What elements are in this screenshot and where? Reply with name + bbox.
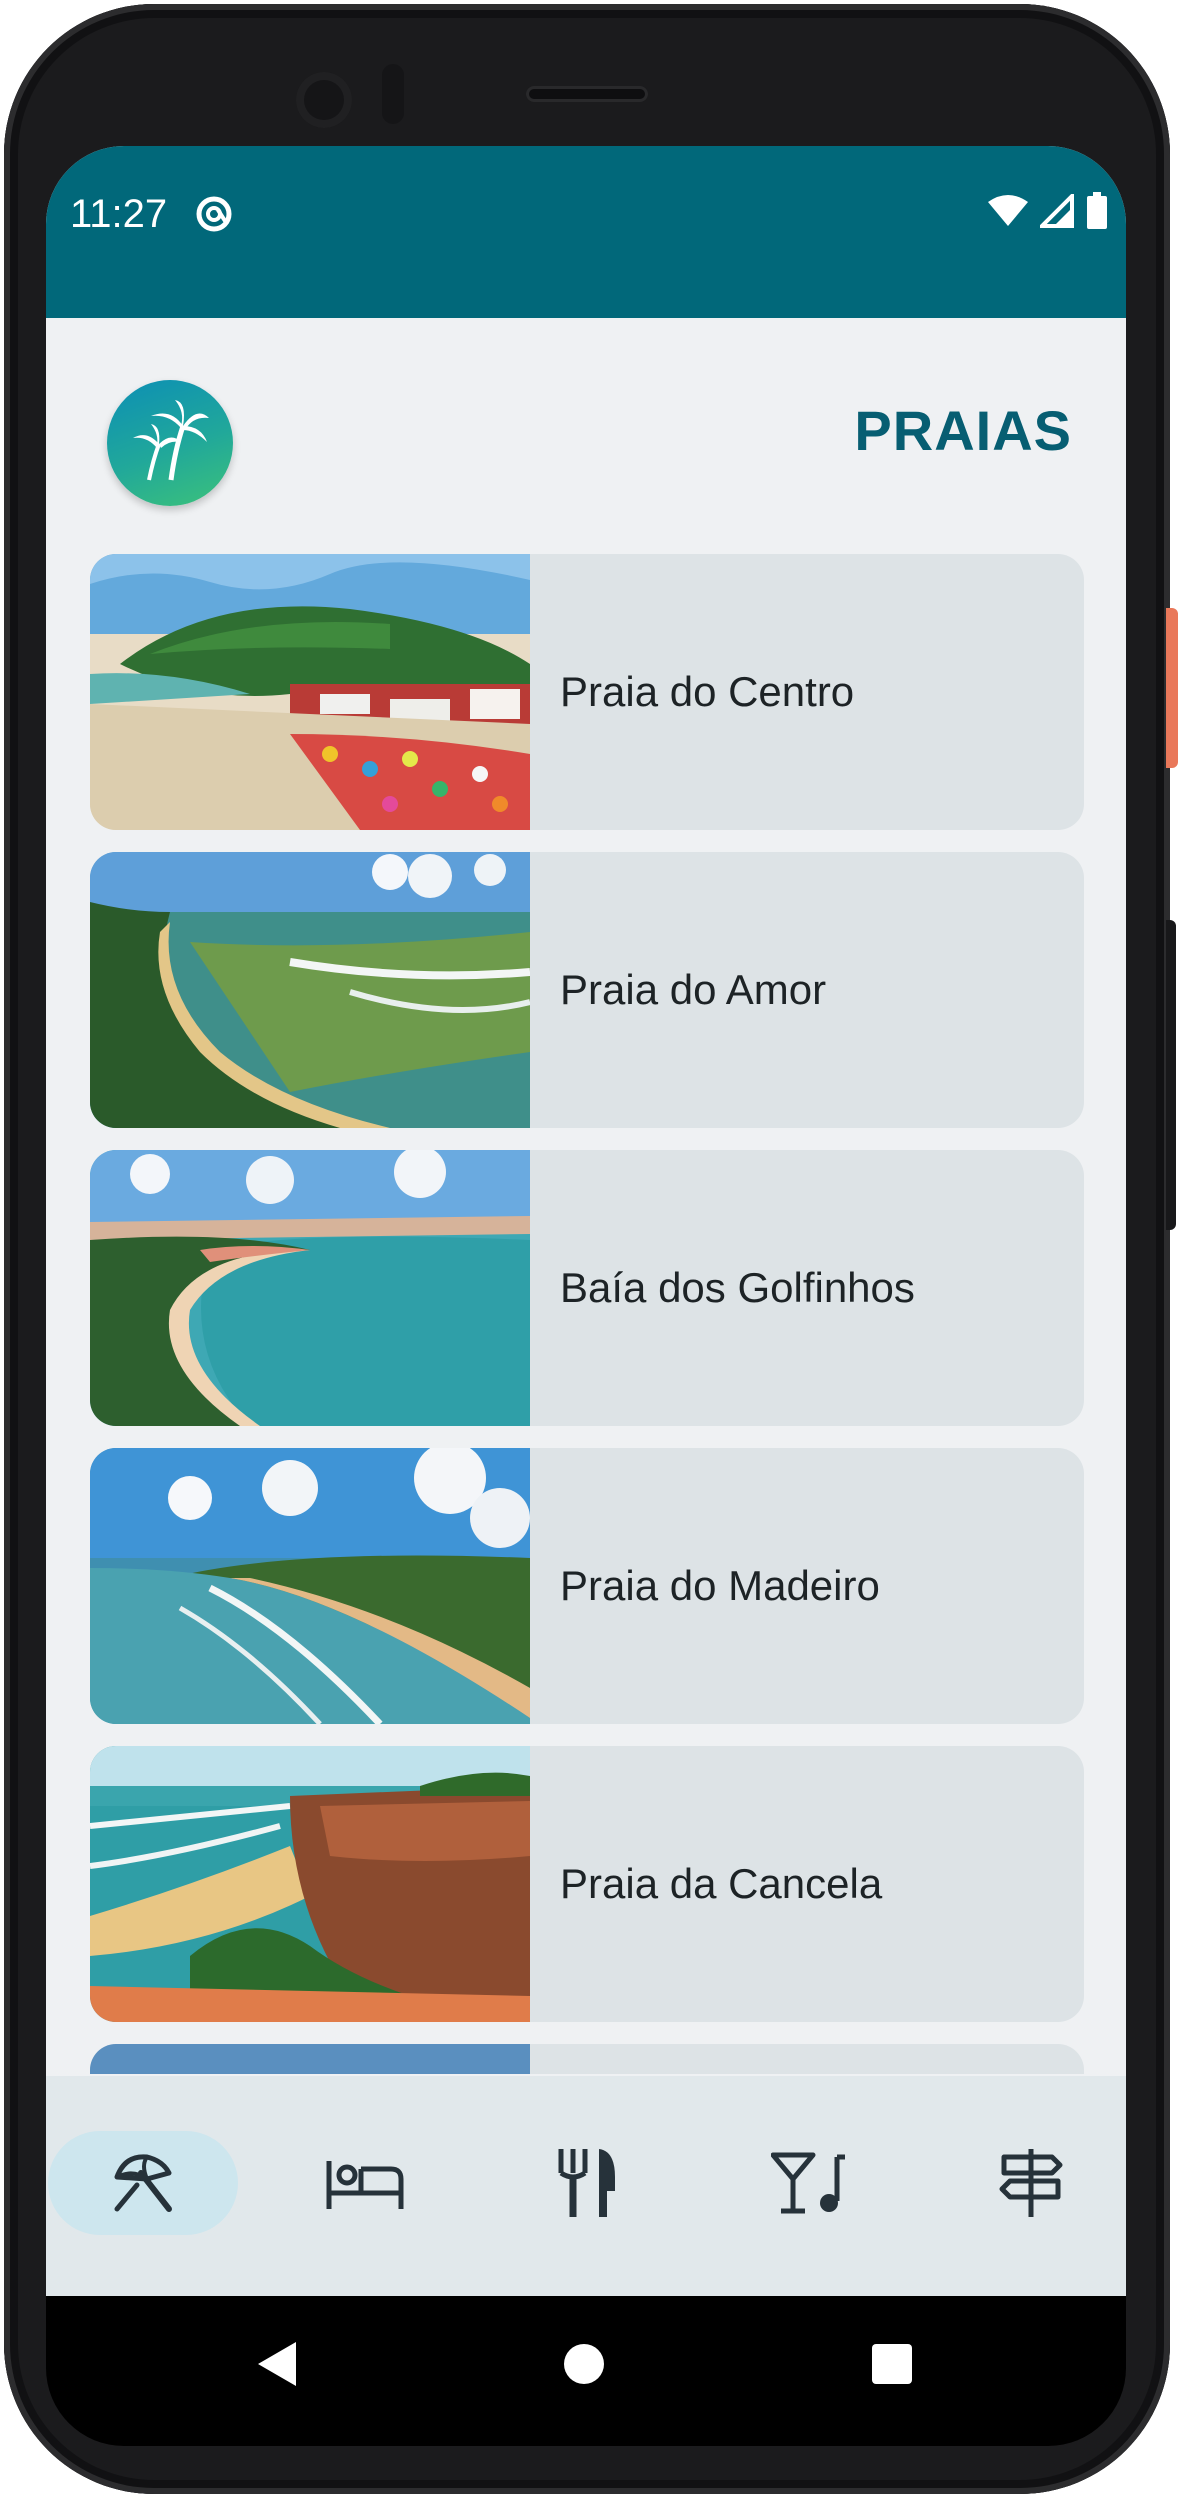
status-time: 11:27	[70, 192, 168, 236]
beach-photo	[90, 1746, 530, 2022]
volume-button	[1166, 920, 1176, 1230]
power-button	[1166, 608, 1178, 768]
beach-card-partial[interactable]	[90, 2044, 1084, 2074]
beach-photo	[90, 1448, 530, 1724]
earpiece-speaker	[526, 86, 648, 102]
fork-knife-icon	[558, 2149, 615, 2217]
palm-trees-icon	[133, 400, 209, 481]
signal-icon	[1037, 191, 1074, 233]
beach-name: Praia da Cancela	[560, 1860, 883, 1907]
nav-beaches[interactable]	[48, 2131, 238, 2235]
beach-name: Baía dos Golfinhos	[560, 1264, 915, 1311]
signpost-icon	[999, 2149, 1063, 2217]
back-icon[interactable]	[256, 2340, 298, 2393]
app-logo	[107, 380, 233, 506]
beach-card-baia-dos-golfinhos[interactable]: Baía dos Golfinhos	[90, 1150, 1084, 1426]
beach-name: Praia do Centro	[560, 668, 855, 715]
proximity-sensor	[382, 64, 404, 124]
beach-name: Praia do Madeiro	[560, 1562, 880, 1609]
recents-icon[interactable]	[872, 2344, 912, 2384]
nav-directions[interactable]	[936, 2131, 1126, 2235]
bottom-navigation	[46, 2076, 1126, 2296]
beach-photo	[90, 2044, 530, 2074]
beach-card-praia-da-cancela[interactable]: Praia da Cancela	[90, 1746, 1084, 2022]
page-title: PRAIAS	[854, 399, 1072, 462]
beach-card-praia-do-madeiro[interactable]: Praia do Madeiro	[90, 1448, 1084, 1724]
system-navigation-bar	[46, 2296, 1126, 2446]
home-icon[interactable]	[564, 2344, 604, 2384]
beach-photo	[90, 554, 530, 830]
phone-device: 11:27 PRAIAS Praia do Centro Praia do Am…	[0, 0, 1178, 2498]
front-camera	[296, 72, 352, 128]
bed-icon	[326, 2161, 404, 2209]
beach-name: Praia do Amor	[560, 966, 827, 1013]
beach-card-praia-do-centro[interactable]: Praia do Centro	[90, 554, 1084, 830]
nav-hotels[interactable]	[270, 2131, 460, 2235]
beach-umbrella-icon	[114, 2154, 172, 2212]
nav-bars[interactable]	[714, 2131, 904, 2235]
beach-list[interactable]: Praia do Centro Praia do Amor Baía dos G…	[90, 554, 1084, 2074]
status-bar: 11:27	[46, 146, 1126, 318]
app-screen: 11:27 PRAIAS Praia do Centro Praia do Am…	[46, 146, 1126, 2296]
nav-restaurants[interactable]	[492, 2131, 682, 2235]
beach-photo	[90, 1150, 530, 1426]
beach-card-praia-do-amor[interactable]: Praia do Amor	[90, 852, 1084, 1128]
beach-photo	[90, 852, 530, 1128]
battery-icon	[1086, 192, 1108, 235]
app-header: PRAIAS	[46, 318, 1126, 532]
wifi-icon	[988, 194, 1028, 233]
at-sign-icon	[194, 194, 234, 234]
cocktail-music-icon	[771, 2152, 845, 2214]
